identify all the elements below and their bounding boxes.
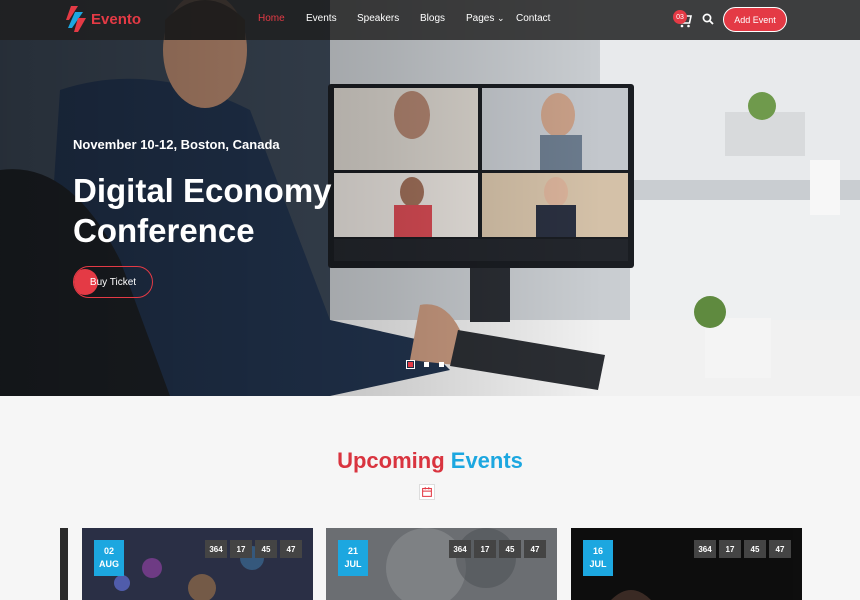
event-date-badge: 16 JUL: [583, 540, 613, 576]
hero-title: Digital Economy Conference: [73, 171, 403, 251]
event-date-badge: 02 AUG: [94, 540, 124, 576]
event-month: JUL: [344, 559, 362, 569]
event-date-badge: 21 JUL: [338, 540, 368, 576]
countdown-days: 364: [449, 540, 471, 558]
nav-pages[interactable]: Pages: [466, 13, 494, 24]
event-day: 16: [592, 546, 603, 556]
logo-icon: [66, 6, 86, 32]
brand-logo[interactable]: Evento: [66, 6, 141, 32]
slider-dot-1[interactable]: [406, 360, 415, 369]
countdown-hours: 17: [230, 540, 252, 558]
countdown-minutes: 45: [499, 540, 521, 558]
countdown-hours: 17: [474, 540, 496, 558]
countdown-seconds: 47: [524, 540, 546, 558]
section-title-part2: Events: [450, 448, 523, 473]
slider-dot-2[interactable]: [424, 362, 429, 367]
carousel-prev-edge: [60, 528, 68, 600]
slider-dot-3[interactable]: [439, 362, 444, 367]
countdown-days: 364: [694, 540, 716, 558]
hero-title-line2: Conference: [73, 212, 255, 249]
hero-title-line1: Digital Economy: [73, 172, 332, 209]
chevron-down-icon: ⌄: [497, 13, 505, 23]
cart-count-badge: 03: [673, 10, 687, 24]
event-card[interactable]: 16 JUL 364 17 45 47: [571, 528, 802, 600]
event-month: JUL: [589, 559, 607, 569]
event-card[interactable]: 02 AUG 364 17 45 47: [82, 528, 313, 600]
event-card[interactable]: 21 JUL 364 17 45 47: [326, 528, 557, 600]
brand-name: Evento: [91, 10, 142, 28]
event-day: 02: [103, 546, 114, 556]
nav-home[interactable]: Home: [258, 13, 285, 24]
buy-ticket-button[interactable]: Buy Ticket: [73, 266, 153, 298]
countdown-seconds: 47: [769, 540, 791, 558]
event-month: AUG: [99, 559, 119, 569]
nav-events[interactable]: Events: [306, 13, 337, 24]
search-icon[interactable]: [702, 13, 714, 25]
top-navbar: Evento Home Events Speakers Blogs Pages …: [0, 0, 860, 40]
hero-event-date: November 10-12, Boston, Canada: [73, 137, 280, 152]
hero-slider: November 10-12, Boston, Canada Digital E…: [0, 0, 860, 396]
section-title-part1: Upcoming: [337, 448, 445, 473]
nav-speakers[interactable]: Speakers: [357, 13, 399, 24]
countdown-minutes: 45: [255, 540, 277, 558]
countdown-seconds: 47: [280, 540, 302, 558]
buy-ticket-label: Buy Ticket: [89, 276, 137, 288]
event-day: 21: [347, 546, 358, 556]
countdown-days: 364: [205, 540, 227, 558]
section-title: Upcoming Events: [0, 448, 860, 474]
countdown-minutes: 45: [744, 540, 766, 558]
nav-contact[interactable]: Contact: [516, 13, 550, 24]
nav-blogs[interactable]: Blogs: [420, 13, 445, 24]
countdown-hours: 17: [719, 540, 741, 558]
calendar-icon: [419, 484, 435, 500]
add-event-button[interactable]: Add Event: [723, 7, 787, 32]
